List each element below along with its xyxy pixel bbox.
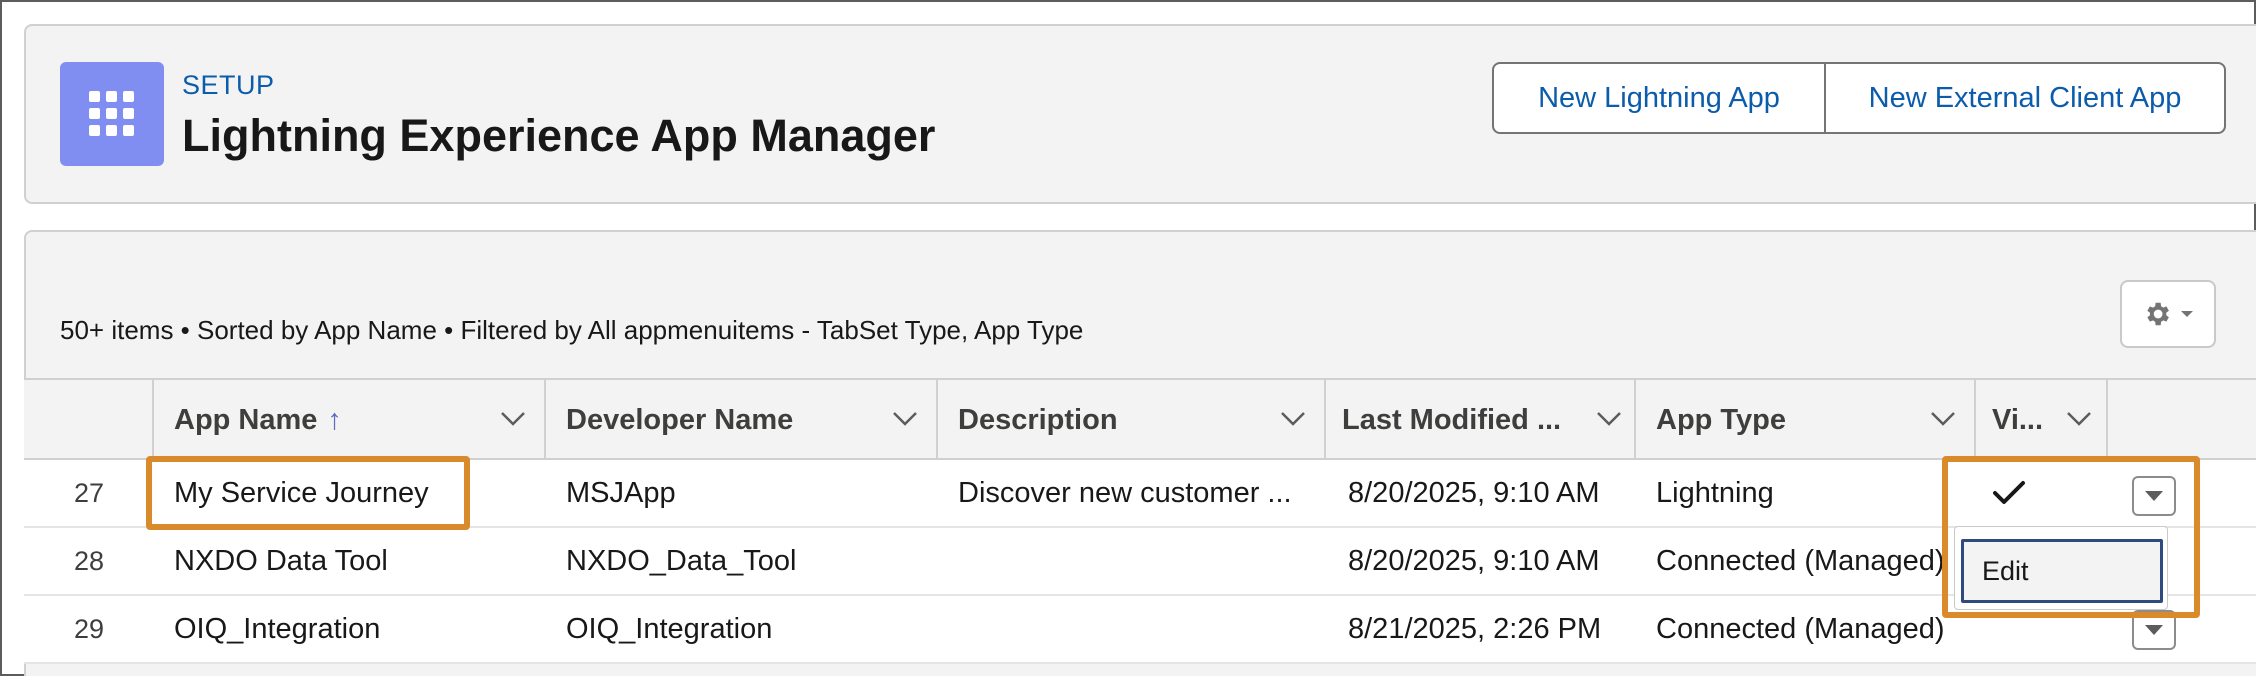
page-title: Lightning Experience App Manager [182,110,936,161]
column-header-description[interactable]: Description [938,380,1326,460]
column-label: Developer Name [566,403,794,436]
last-modified-cell: 8/20/2025, 9:10 AM [1348,476,1600,509]
row-number: 29 [73,613,105,644]
new-external-client-app-button[interactable]: New External Client App [1826,62,2226,134]
chevron-down-icon [2145,625,2163,635]
setup-label: SETUP [182,70,275,100]
developer-name-cell: OIQ_Integration [566,612,773,645]
highlight-row-actions [1942,456,2200,618]
app-type-cell: Connected (Managed) [1656,612,1945,645]
app-launcher-grid-icon [60,62,164,166]
chevron-down-icon[interactable] [1930,410,1956,428]
description-cell [958,596,1320,662]
app-type-cell: Connected (Managed) [1656,544,1945,577]
chevron-down-icon[interactable] [892,410,918,428]
chevron-down-icon[interactable] [2066,410,2092,428]
column-header-app-type[interactable]: App Type [1636,380,1976,460]
last-modified-cell: 8/20/2025, 9:10 AM [1348,544,1600,577]
column-label: Last Modified ... [1342,403,1562,436]
column-label: App Name [174,403,318,436]
column-label: Vi... [1992,403,2044,436]
row-number-header [24,380,154,460]
list-settings-button[interactable] [2120,280,2216,348]
developer-name-cell: NXDO_Data_Tool [566,544,797,577]
chevron-down-icon[interactable] [1280,410,1306,428]
column-header-app-name[interactable]: App Name ↑ [154,380,546,460]
column-header-last-modified[interactable]: Last Modified ... [1326,380,1636,460]
table-row: 28 NXDO Data Tool NXDO_Data_Tool 8/20/20… [24,528,2256,596]
column-label: Description [958,403,1118,436]
description-cell: Discover new customer ... [958,476,1292,509]
column-header-visible[interactable]: Vi... [1976,380,2108,460]
row-number: 27 [73,477,105,508]
app-name-cell: NXDO Data Tool [174,544,388,577]
app-type-cell: Lightning [1656,476,1774,509]
developer-name-cell: MSJApp [566,476,676,509]
chevron-down-icon[interactable] [500,410,526,428]
new-lightning-app-button[interactable]: New Lightning App [1492,62,1826,134]
table-header: App Name ↑ Developer Name Description Las… [24,378,2256,460]
chevron-down-icon [2181,311,2193,317]
gear-icon [2147,302,2169,326]
column-label: App Type [1656,403,1786,436]
sort-ascending-icon: ↑ [327,403,342,436]
highlight-app-name [146,456,470,530]
header-button-group: New Lightning App New External Client Ap… [1492,62,2226,134]
list-status-text: 50+ items • Sorted by App Name • Filtere… [60,315,1084,345]
app-name-cell: OIQ_Integration [174,612,381,645]
table-row: 29 OIQ_Integration OIQ_Integration 8/21/… [24,596,2256,664]
last-modified-cell: 8/21/2025, 2:26 PM [1348,612,1602,645]
chevron-down-icon[interactable] [1596,410,1622,428]
row-number: 28 [73,545,105,576]
column-header-developer-name[interactable]: Developer Name [546,380,938,460]
description-cell [958,528,1320,594]
